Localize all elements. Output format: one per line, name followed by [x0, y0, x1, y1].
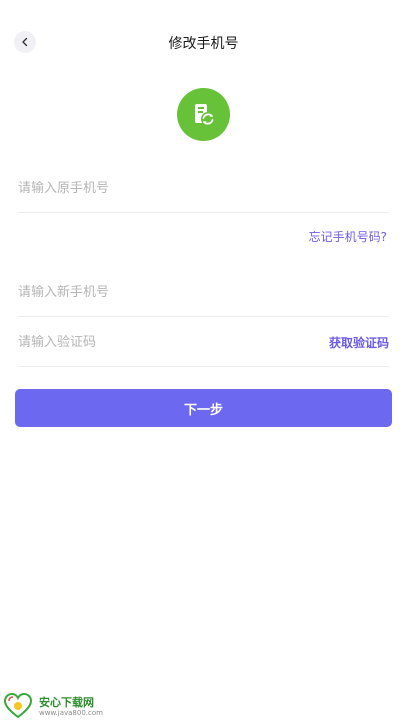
watermark-title: 安心下载网 [39, 696, 94, 709]
get-code-button[interactable]: 获取验证码 [329, 334, 389, 351]
new-phone-field [18, 268, 389, 317]
logo [177, 88, 230, 141]
next-button[interactable]: 下一步 [15, 389, 392, 427]
old-phone-field [18, 164, 389, 213]
watermark: 安心下载网 www.java800.com [4, 692, 114, 720]
verification-code-field: 获取验证码 [18, 318, 389, 367]
page-title: 修改手机号 [168, 36, 239, 52]
new-phone-input[interactable] [18, 284, 268, 300]
heart-logo-icon [4, 693, 32, 719]
old-phone-input[interactable] [18, 180, 268, 196]
watermark-url: www.java800.com [39, 709, 103, 717]
header: 修改手机号 [0, 0, 407, 84]
phone-swap-icon [194, 103, 215, 126]
forgot-phone-link[interactable]: 忘记手机号码? [309, 228, 387, 245]
verification-code-input[interactable] [18, 334, 268, 350]
